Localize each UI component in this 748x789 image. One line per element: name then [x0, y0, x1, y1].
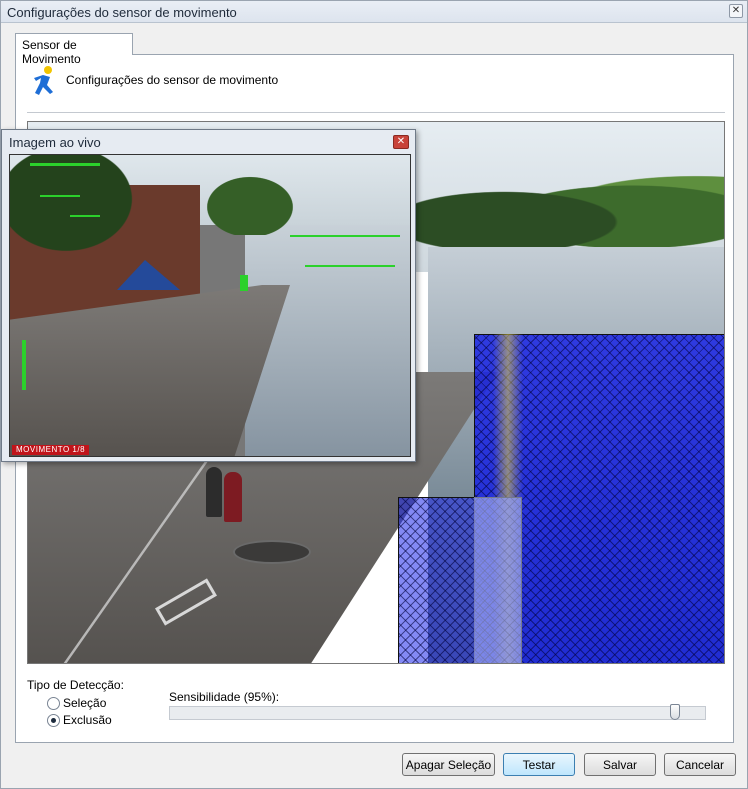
- radio-selection[interactable]: Seleção: [47, 695, 106, 711]
- zone-overlap: [474, 497, 522, 663]
- live-view-window[interactable]: Imagem ao vivo ✕ MOVIMENTO 1/8: [1, 129, 416, 462]
- title-bar[interactable]: Configurações do sensor de movimento ✕: [1, 1, 747, 23]
- scene-person: [206, 467, 222, 517]
- live-trees: [190, 165, 310, 235]
- motion-badge: MOVIMENTO 1/8: [12, 445, 90, 455]
- motion-pixels: [22, 340, 26, 390]
- radio-exclusion-button[interactable]: [47, 713, 60, 727]
- motion-pixels: [290, 235, 400, 237]
- header-title: Configurações do sensor de movimento: [66, 73, 279, 87]
- live-view-close-icon[interactable]: ✕: [393, 135, 409, 149]
- radio-selection-button[interactable]: [47, 696, 60, 710]
- sensitivity-label: Sensibilidade (95%):: [169, 690, 280, 704]
- motion-pixels: [240, 275, 248, 291]
- live-video: MOVIMENTO 1/8: [9, 154, 411, 457]
- sensitivity-slider-thumb[interactable]: [669, 704, 680, 720]
- motion-pixels: [305, 265, 395, 267]
- close-icon[interactable]: ✕: [729, 4, 743, 18]
- motion-pixels: [70, 215, 100, 217]
- motion-pixels: [40, 195, 80, 197]
- scene-manhole: [233, 540, 311, 564]
- test-button[interactable]: Testar: [503, 753, 575, 776]
- clear-selection-button[interactable]: Apagar Seleção: [402, 753, 495, 776]
- detection-type-label: Tipo de Detecção:: [27, 678, 124, 692]
- radio-exclusion[interactable]: Exclusão: [47, 712, 112, 728]
- save-button[interactable]: Salvar: [584, 753, 656, 776]
- motion-sensor-settings-window: Configurações do sensor de movimento ✕ S…: [0, 0, 748, 789]
- radio-selection-label: Seleção: [63, 696, 107, 710]
- running-person-icon: [34, 66, 53, 95]
- cancel-button[interactable]: Cancelar: [664, 753, 736, 776]
- radio-exclusion-label: Exclusão: [63, 713, 112, 727]
- sensitivity-slider-track[interactable]: [169, 706, 706, 720]
- motion-pixels: [30, 163, 100, 166]
- live-trees: [10, 155, 150, 265]
- scene-person: [224, 472, 242, 522]
- window-title: Configurações do sensor de movimento: [7, 5, 237, 20]
- live-view-title: Imagem ao vivo: [9, 135, 101, 150]
- header-divider: [27, 112, 725, 113]
- tab-motion-sensor[interactable]: Sensor de Movimento: [15, 33, 133, 66]
